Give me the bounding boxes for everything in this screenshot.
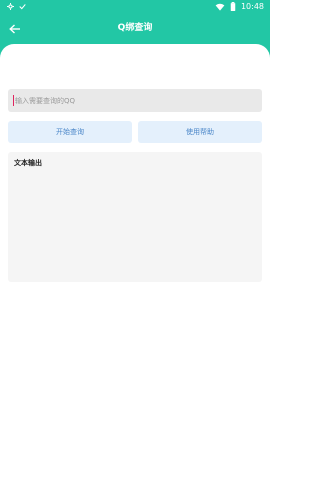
app-bar: Q绑查询	[0, 13, 270, 44]
check-icon	[19, 3, 26, 10]
page-title: Q绑查询	[117, 23, 153, 33]
help-button[interactable]: 使用帮助	[138, 121, 262, 143]
status-bar: 10:48	[0, 0, 270, 13]
start-query-button[interactable]: 开始查询	[8, 121, 132, 143]
qq-search-placeholder: 输入需要查询的QQ	[15, 96, 76, 105]
text-caret	[13, 95, 14, 106]
battery-icon	[230, 2, 236, 11]
status-left-icons	[7, 3, 26, 10]
text-output-label: 文本输出	[14, 159, 42, 167]
wifi-icon	[215, 3, 225, 11]
status-time: 10:48	[240, 2, 264, 11]
settings-icon	[7, 3, 14, 10]
qq-search-input[interactable]: 输入需要查询的QQ	[8, 89, 262, 112]
text-output-panel: 文本输出	[8, 152, 262, 282]
status-right-icons: 10:48	[215, 2, 264, 11]
